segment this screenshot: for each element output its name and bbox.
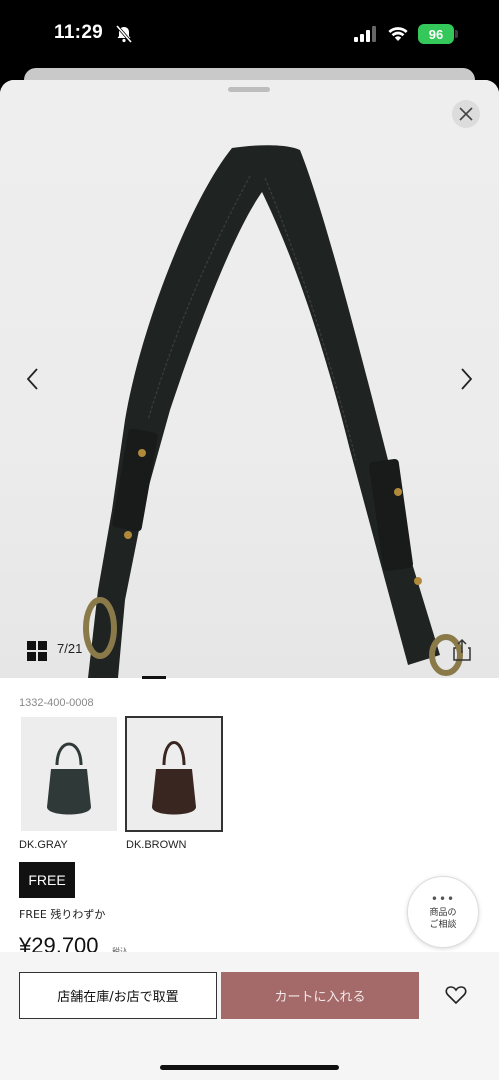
sheet-grabber[interactable] [228, 87, 270, 92]
size-option-free[interactable]: FREE [19, 862, 75, 898]
more-dots-icon: ••• [430, 891, 456, 906]
battery-nub [455, 30, 458, 38]
battery-level: 96 [428, 26, 444, 42]
product-sku: 1332-400-0008 [19, 697, 94, 709]
close-button[interactable] [452, 100, 480, 128]
chevron-right-icon[interactable] [455, 366, 477, 392]
grid-icon[interactable] [27, 641, 47, 661]
consult-button[interactable]: ••• 商品の ご相談 [407, 876, 479, 948]
product-photo[interactable]: 7/21 [0, 80, 499, 679]
color-label: DK.BROWN [126, 839, 187, 851]
action-bar: 店舗在庫/お店で取置 カートに入れる [0, 952, 499, 1080]
color-swatch-dk-brown[interactable] [125, 716, 223, 832]
color-label: DK.GRAY [19, 839, 68, 851]
wifi-icon [388, 27, 408, 41]
bell-slash-icon [115, 25, 133, 43]
signal-icon [354, 26, 376, 42]
strap-image [83, 145, 463, 678]
chevron-left-icon[interactable] [22, 366, 44, 392]
status-bar: 11:29 96 [0, 0, 499, 70]
bag-thumbnail [47, 742, 91, 815]
bag-thumbnail [152, 741, 196, 815]
home-indicator [160, 1065, 339, 1070]
image-counter: 7/21 [57, 641, 83, 656]
status-time: 11:29 [54, 22, 104, 43]
store-stock-button[interactable]: 店舗在庫/お店で取置 [19, 972, 217, 1019]
battery-icon: 96 [418, 24, 454, 44]
consult-label: 商品の ご相談 [429, 907, 457, 930]
carousel-indicator [142, 676, 166, 679]
product-sheet: 7/21 1332-400-0008 DK.GRAY DK.BROWN FREE… [0, 80, 499, 1080]
heart-icon[interactable] [445, 985, 467, 1005]
close-icon [459, 107, 473, 121]
share-icon[interactable] [452, 638, 472, 662]
stock-status: FREE 残りわずか [19, 908, 106, 921]
add-to-cart-button[interactable]: カートに入れる [221, 972, 419, 1019]
color-swatch-dk-gray[interactable] [21, 717, 117, 831]
